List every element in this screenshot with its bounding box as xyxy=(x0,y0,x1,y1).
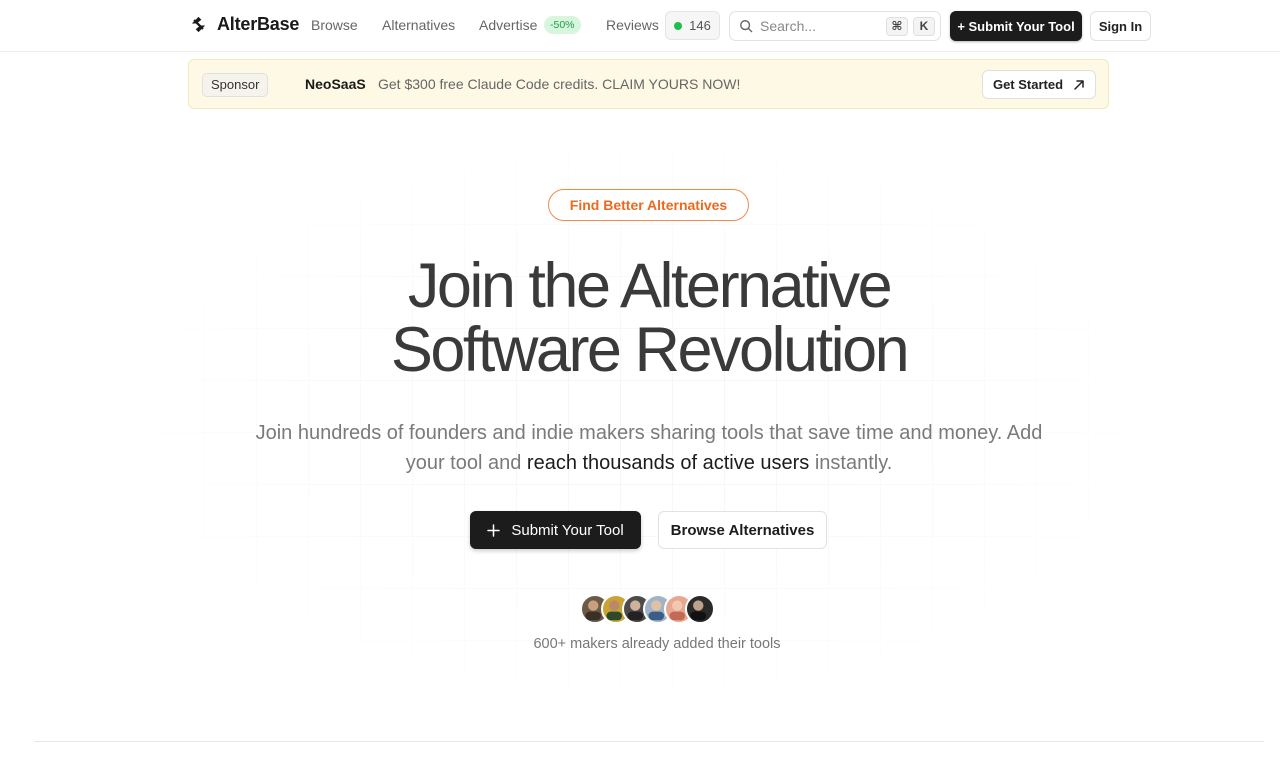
nav-browse[interactable]: Browse xyxy=(311,17,358,33)
online-count-pill[interactable]: 146 xyxy=(665,11,720,40)
hero-browse-alternatives-button[interactable]: Browse Alternatives xyxy=(658,511,827,549)
maker-avatars xyxy=(580,594,720,624)
hero-title-line-1: Join the Alternative xyxy=(407,251,893,321)
get-started-label: Get Started xyxy=(992,77,1064,92)
nav-advertise[interactable]: Advertise xyxy=(479,17,537,33)
brand-logo[interactable]: AlterBase xyxy=(189,14,299,35)
command-key-icon: ⌘ xyxy=(886,16,908,36)
hero-title-line-2: Software Revolution xyxy=(390,315,910,385)
hero-subtitle-highlight: reach thousands of active users xyxy=(526,452,810,474)
arrow-up-right-icon xyxy=(1074,79,1084,90)
get-started-button[interactable]: Get Started xyxy=(982,70,1096,99)
sponsor-tag: Sponsor xyxy=(202,73,269,97)
sponsor-banner[interactable]: Sponsor NeoSaaS Get $300 free Claude Cod… xyxy=(188,59,1109,109)
search-placeholder: Search... xyxy=(760,18,817,34)
search-icon xyxy=(740,20,753,33)
status-dot-icon xyxy=(674,21,683,30)
hero-submit-tool-button[interactable]: Submit Your Tool xyxy=(470,511,641,549)
k-key: K xyxy=(913,16,935,36)
top-header: AlterBase Browse Alternatives Advertise … xyxy=(0,0,1280,52)
sponsor-text: Get $300 free Claude Code credits. CLAIM… xyxy=(378,76,741,92)
discount-badge: -50% xyxy=(544,16,581,34)
sign-in-button[interactable]: Sign In xyxy=(1090,11,1151,41)
sponsor-name: NeoSaaS xyxy=(305,76,366,92)
submit-tool-button[interactable]: + Submit Your Tool xyxy=(950,11,1082,41)
makers-count-text: 600+ makers already added their tools xyxy=(533,636,781,652)
hero-subtitle: Join hundreds of founders and indie make… xyxy=(240,418,1058,478)
nav-reviews[interactable]: Reviews xyxy=(606,17,659,33)
online-count: 146 xyxy=(689,18,711,33)
search-box[interactable]: Search... ⌘ K xyxy=(729,11,941,41)
maker-avatar-6 xyxy=(685,594,715,624)
brand-name: AlterBase xyxy=(217,14,300,34)
section-divider xyxy=(34,741,1264,742)
find-alternatives-pill[interactable]: Find Better Alternatives xyxy=(548,189,749,221)
plus-icon xyxy=(487,523,501,537)
hero-title: Join the Alternative Software Revolution xyxy=(240,254,1058,382)
nav-alternatives[interactable]: Alternatives xyxy=(382,17,455,33)
logo-icon xyxy=(191,16,206,33)
hero-subtitle-part-2: instantly. xyxy=(809,452,893,474)
hero-submit-label: Submit Your Tool xyxy=(511,521,624,539)
